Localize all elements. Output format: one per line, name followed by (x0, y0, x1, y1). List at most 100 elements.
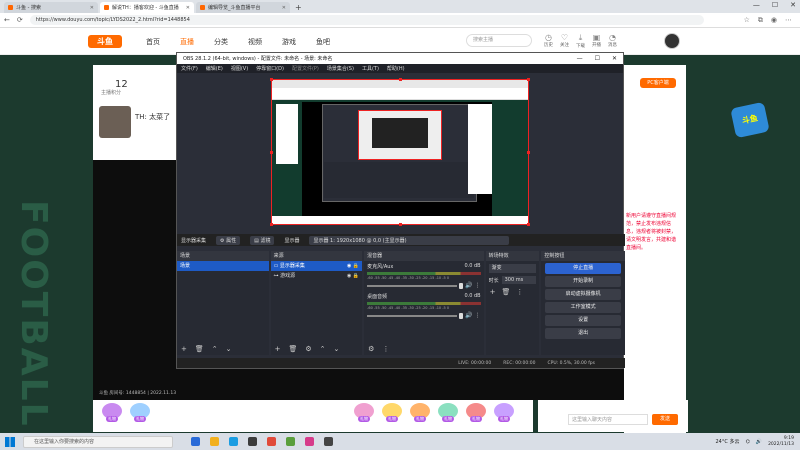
virtual-camera-button[interactable]: 启动虚拟摄像机 (545, 289, 621, 300)
chat-input[interactable]: 这里输入聊天内容 (568, 414, 648, 425)
gift-item[interactable]: 礼物 (463, 403, 489, 429)
gift-item[interactable]: 礼物 (99, 403, 125, 429)
duration-input[interactable]: 300 ms (501, 276, 537, 284)
system-clock[interactable]: 9:19 2022/11/13 (768, 436, 794, 448)
chevron-down-icon[interactable]: ⌄ (334, 345, 340, 353)
site-search-input[interactable]: 搜索主播 (466, 34, 532, 47)
app-icon[interactable] (305, 437, 314, 446)
menu-profile[interactable]: 配置文件(P) (292, 65, 319, 72)
close-icon[interactable]: ✕ (90, 5, 94, 11)
properties-button[interactable]: ⚙ 属性 (216, 235, 241, 245)
menu-view[interactable]: 视图(V) (231, 65, 248, 72)
eye-icon[interactable]: ◉ 🔒 (347, 271, 362, 281)
add-icon[interactable]: + (490, 288, 496, 296)
windows-start-icon[interactable] (5, 436, 15, 447)
add-icon[interactable]: + (181, 345, 187, 353)
menu-edit[interactable]: 编辑(E) (206, 65, 223, 72)
star-icon[interactable]: ☆ (744, 16, 750, 25)
nav-video[interactable]: 视频 (248, 37, 262, 47)
exit-button[interactable]: 退出 (545, 328, 621, 339)
menu-file[interactable]: 文件(F) (181, 65, 198, 72)
speaker-icon[interactable]: 🔊 (465, 312, 472, 319)
follow-button[interactable]: ♡ 关注 (560, 33, 569, 49)
taskbar-search-input[interactable]: 在这里输入你要搜索的内容 (23, 435, 173, 448)
resize-handle[interactable] (270, 151, 273, 154)
source-item[interactable]: ⊶ 游戏源 ◉ 🔒 (271, 271, 363, 281)
refresh-icon[interactable]: ⟳ (17, 16, 23, 24)
explorer-icon[interactable] (210, 437, 219, 446)
user-avatar[interactable] (664, 33, 680, 49)
history-button[interactable]: ◷ 历史 (544, 33, 553, 49)
message-button[interactable]: ◔ 消息 (608, 33, 617, 49)
slider-knob[interactable] (459, 282, 464, 289)
browser-tab[interactable]: 斗鱼 - 搜索 ✕ (4, 2, 98, 13)
minimize-icon[interactable]: — (577, 55, 583, 62)
back-icon[interactable]: ← (4, 16, 10, 24)
resize-handle[interactable] (270, 223, 273, 226)
broadcast-button[interactable]: ▣ 开播 (592, 33, 601, 49)
nav-live[interactable]: 直播 (180, 37, 194, 47)
settings-button[interactable]: 设置 (545, 315, 621, 326)
close-icon[interactable]: ✕ (282, 5, 286, 11)
gift-item[interactable]: 礼物 (351, 403, 377, 429)
browser-tab-active[interactable]: 解说TH：播客欢迎 - 斗鱼直播 ✕ (100, 2, 194, 13)
studio-mode-button[interactable]: 工作室模式 (545, 302, 621, 313)
download-button[interactable]: ⤓ 下载 (576, 33, 585, 49)
app-icon[interactable] (286, 437, 295, 446)
nav-fishbar[interactable]: 鱼吧 (316, 37, 330, 47)
gift-item[interactable]: 礼物 (407, 403, 433, 429)
minimize-icon[interactable]: — (753, 1, 760, 9)
obs-preview[interactable] (270, 78, 530, 226)
send-button[interactable]: 发送 (652, 414, 678, 425)
gift-item[interactable]: 礼物 (491, 403, 517, 429)
gear-icon[interactable]: ⚙ (368, 345, 374, 353)
more-icon[interactable]: ⋮ (516, 288, 523, 296)
scene-item[interactable]: 场景 (177, 261, 269, 271)
browser-tab[interactable]: 编辑导览_斗鱼直播平台 ✕ (196, 2, 290, 13)
gift-item[interactable]: 礼物 (435, 403, 461, 429)
profile-icon[interactable]: ◉ (771, 16, 777, 25)
gear-icon[interactable]: ⚙ (305, 345, 311, 353)
volume-icon[interactable]: 🔊 (756, 439, 762, 445)
streamer-avatar[interactable] (99, 106, 131, 138)
volume-slider[interactable] (367, 314, 458, 317)
stop-streaming-button[interactable]: 停止直播 (545, 263, 621, 274)
extension-icon[interactable]: ⧉ (758, 16, 763, 25)
close-icon[interactable]: ✕ (186, 5, 190, 11)
gift-item[interactable]: 礼物 (379, 403, 405, 429)
taskview-icon[interactable] (191, 437, 200, 446)
site-logo[interactable]: 斗鱼 (88, 35, 122, 48)
close-window-icon[interactable]: ✕ (790, 1, 796, 9)
volume-slider[interactable] (367, 284, 458, 287)
slider-knob[interactable] (459, 312, 464, 319)
trash-icon[interactable]: 🗑 (195, 345, 204, 353)
edge-icon[interactable] (229, 437, 238, 446)
trash-icon[interactable]: 🗑 (288, 345, 297, 353)
menu-icon[interactable]: ⋯ (785, 16, 792, 25)
url-input[interactable]: https://www.douyu.com/topic/LYDS2022_2.h… (29, 15, 704, 25)
app-icon[interactable] (267, 437, 276, 446)
nav-home[interactable]: 首页 (146, 37, 160, 47)
resize-handle[interactable] (527, 78, 530, 81)
display-select[interactable]: 显示器 1: 1920x1080 @ 0,0 (主显示器) (309, 235, 510, 245)
resize-handle[interactable] (399, 223, 402, 226)
weather-status[interactable]: 24°C 多云 (716, 438, 740, 445)
more-icon[interactable]: ⋮ (475, 312, 481, 319)
source-item[interactable]: ▭ 显示器采集 ◉ 🔒 (270, 261, 363, 271)
chevron-up-icon[interactable]: ⌃ (320, 345, 326, 353)
menu-help[interactable]: 帮助(H) (387, 65, 405, 72)
nav-game[interactable]: 游戏 (282, 37, 296, 47)
add-icon[interactable]: + (275, 345, 281, 353)
menu-tools[interactable]: 工具(T) (362, 65, 379, 72)
chevron-down-icon[interactable]: ⌄ (226, 345, 232, 353)
menu-docks[interactable]: 停靠窗口(D) (256, 65, 284, 72)
maximize-icon[interactable]: ☐ (772, 1, 778, 9)
resize-handle[interactable] (527, 223, 530, 226)
app-icon[interactable] (324, 437, 333, 446)
more-icon[interactable]: ⋮ (475, 282, 481, 289)
network-icon[interactable]: ⌬ (745, 439, 749, 445)
resize-handle[interactable] (270, 78, 273, 81)
transition-select[interactable]: 渐变 (488, 264, 537, 273)
speaker-icon[interactable]: 🔊 (465, 282, 472, 289)
maximize-icon[interactable]: ☐ (595, 55, 600, 62)
